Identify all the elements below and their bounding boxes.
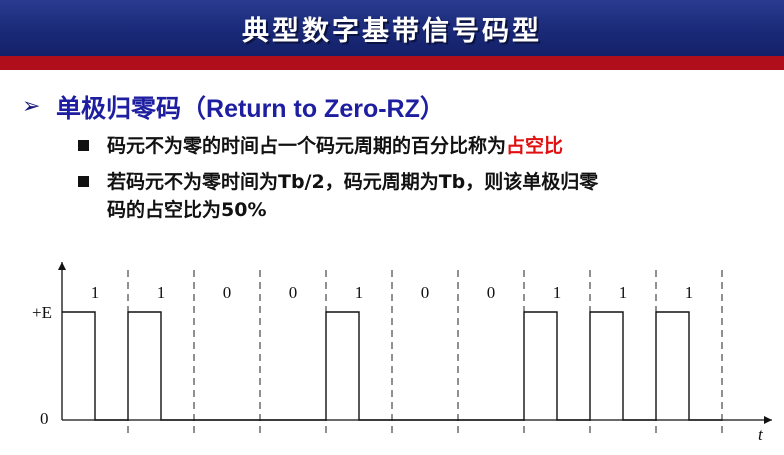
bullet-text-line1: 若码元不为零时间为Tb/2，码元周期为Tb，则该单极归零 bbox=[107, 171, 599, 193]
bit-label: 1 bbox=[553, 283, 562, 302]
bit-label: 0 bbox=[487, 283, 496, 302]
bullet-text-line2: 码的占空比为50% bbox=[107, 199, 267, 221]
title-underline-stripe bbox=[0, 56, 784, 70]
bullet-item: 若码元不为零时间为Tb/2，码元周期为Tb，则该单极归零 码的占空比为50% bbox=[78, 168, 747, 224]
heading-english: （Return to Zero-RZ） bbox=[181, 95, 445, 123]
heading-chinese: 单极归零码 bbox=[56, 94, 182, 123]
time-axis-label: t bbox=[758, 425, 764, 444]
high-level-label: +E bbox=[32, 303, 52, 322]
arrow-right-icon: ➢ bbox=[22, 94, 41, 119]
bit-label: 0 bbox=[289, 283, 298, 302]
bit-label: 1 bbox=[619, 283, 628, 302]
square-bullet-icon bbox=[78, 176, 89, 187]
section-heading: ➢ 单极归零码 （Return to Zero-RZ） bbox=[22, 90, 445, 124]
bullet-text: 若码元不为零时间为Tb/2，码元周期为Tb，则该单极归零 码的占空比为50% bbox=[107, 168, 747, 224]
rz-waveform-diagram: 1 1 0 0 1 0 0 1 1 1 +E 0 t bbox=[32, 262, 772, 444]
title-bar: 典型数字基带信号码型 bbox=[0, 0, 784, 56]
square-bullet-icon bbox=[78, 140, 89, 151]
bullet-item: 码元不为零的时间占一个码元周期的百分比称为占空比 bbox=[78, 132, 747, 160]
bit-label: 1 bbox=[91, 283, 100, 302]
bullet-text: 码元不为零的时间占一个码元周期的百分比称为占空比 bbox=[107, 132, 747, 160]
bit-label: 0 bbox=[421, 283, 430, 302]
bit-label: 1 bbox=[685, 283, 694, 302]
bit-label: 0 bbox=[223, 283, 232, 302]
bullet-text-main: 码元不为零的时间占一个码元周期的百分比称为 bbox=[107, 135, 507, 157]
zero-level-label: 0 bbox=[40, 409, 49, 428]
bit-label: 1 bbox=[355, 283, 364, 302]
highlight-term: 占空比 bbox=[506, 135, 564, 157]
bit-label: 1 bbox=[157, 283, 166, 302]
slide-title: 典型数字基带信号码型 bbox=[242, 15, 542, 47]
